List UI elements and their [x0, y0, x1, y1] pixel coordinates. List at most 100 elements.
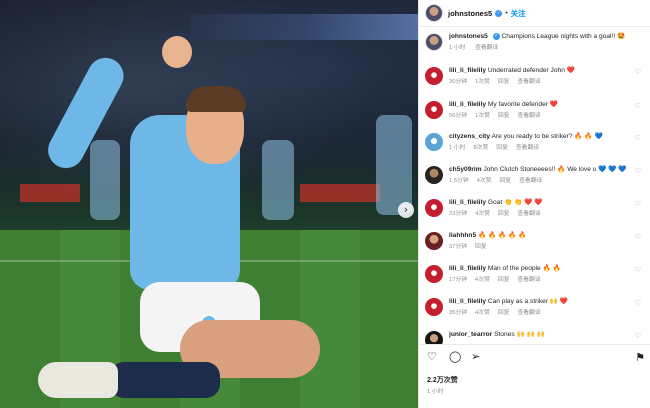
player-hair: [186, 86, 246, 112]
comment-time: 33分钟: [449, 211, 468, 217]
comment-heart-icon[interactable]: ♡: [635, 299, 641, 307]
commenter-username[interactable]: lili_li_filelily: [449, 298, 486, 305]
translate-link[interactable]: 查看翻译: [517, 211, 540, 217]
caption-avatar[interactable]: [425, 33, 443, 51]
bookmark-icon[interactable]: ⚑: [635, 351, 645, 364]
commenter-avatar[interactable]: [425, 199, 443, 217]
translate-link[interactable]: 查看翻译: [517, 310, 540, 316]
post-time: 1 小时: [427, 389, 444, 395]
like-count[interactable]: 2.2万次赞: [427, 375, 458, 385]
reply-button[interactable]: 回复: [496, 145, 508, 151]
commenter-avatar[interactable]: [425, 232, 443, 250]
commenter-username[interactable]: lili_li_filelily: [449, 101, 486, 108]
comment-heart-icon[interactable]: ♡: [635, 102, 641, 110]
comment-text: Can play as a striker 🙌 ❤️: [487, 298, 569, 305]
commenter-username[interactable]: cityzens_city: [449, 133, 490, 140]
post-actions: ♡ ◯ ➢ ⚑ 2.2万次赞 1 小时: [419, 344, 650, 408]
commenter-avatar[interactable]: [425, 265, 443, 283]
author-username[interactable]: johnstones5: [448, 9, 492, 18]
comment-text: Man of the people 🔥 🔥: [487, 265, 561, 272]
comment-text: Underrated defender John ❤️: [487, 67, 575, 74]
commenter-avatar[interactable]: [425, 331, 443, 344]
commenter-avatar[interactable]: [425, 67, 443, 85]
comment-item: lili_li_filelily Goat 👏 👏 ❤️ ❤️ 33分钟 4次赞 回复…: [425, 198, 647, 218]
comment-heart-icon[interactable]: ♡: [635, 68, 641, 76]
comment-item: lili_li_filelily Can play as a striker 🙌…: [425, 297, 647, 317]
comment-text: John Clutch Stoneeees!! 🔥 We love u 💙 💙 …: [483, 166, 627, 173]
post-photo: ›: [0, 0, 418, 408]
translate-link[interactable]: 查看翻译: [519, 178, 542, 184]
commenter-avatar[interactable]: [425, 166, 443, 184]
comment-like-count[interactable]: 4次赞: [475, 277, 490, 283]
translate-link[interactable]: 查看翻译: [517, 79, 540, 85]
comment-time: 17分钟: [449, 277, 468, 283]
chevron-right-icon[interactable]: ›: [398, 202, 414, 218]
translate-link[interactable]: 查看翻译: [516, 145, 539, 151]
comment-text: Goat 👏 👏 ❤️ ❤️: [487, 199, 543, 206]
send-icon[interactable]: ➢: [471, 351, 483, 363]
reply-button[interactable]: 回复: [498, 113, 510, 119]
caption: johnstones5 ✓ Champions League nights wi…: [425, 32, 647, 52]
commenter-avatar[interactable]: [425, 298, 443, 316]
comment-like-count[interactable]: 8次赞: [473, 145, 488, 151]
comment-time: 35分钟: [449, 310, 468, 316]
caption-time: 1 小时: [449, 45, 466, 51]
reply-button[interactable]: 回复: [475, 244, 487, 250]
reply-button[interactable]: 回复: [498, 310, 510, 316]
comment-like-count[interactable]: 4次赞: [477, 178, 492, 184]
reply-button[interactable]: 回复: [498, 211, 510, 217]
commenter-username[interactable]: lili_li_filelily: [449, 265, 486, 272]
comments-list: johnstones5 ✓ Champions League nights wi…: [419, 28, 650, 344]
stadium-banner: [190, 14, 418, 40]
follow-button[interactable]: 关注: [511, 8, 526, 19]
comment-like-count[interactable]: 1次赞: [475, 79, 490, 85]
caption-username[interactable]: johnstones5: [449, 33, 488, 40]
commenter-username[interactable]: ch5y09rim: [449, 166, 482, 173]
heart-icon[interactable]: ♡: [427, 351, 439, 363]
background-player: [376, 115, 412, 215]
reply-button[interactable]: 回复: [499, 178, 511, 184]
comment-item: lili_li_filelily My favorite defender ❤️…: [425, 100, 647, 120]
separator-dot: •: [505, 9, 508, 17]
comment-heart-icon[interactable]: ♡: [635, 266, 641, 274]
comment-heart-icon[interactable]: ♡: [635, 332, 641, 340]
player-boot: [38, 362, 118, 398]
comment-time: 30分钟: [449, 79, 468, 85]
comment-time: 1 小时: [449, 145, 466, 151]
comment-like-count[interactable]: 1次赞: [475, 113, 490, 119]
comment-icon[interactable]: ◯: [449, 351, 461, 363]
comment-time: 56分钟: [449, 113, 468, 119]
player-sock: [110, 362, 220, 398]
author-avatar[interactable]: [425, 4, 443, 22]
comment-like-count[interactable]: 4次赞: [475, 310, 490, 316]
ad-board: [300, 184, 380, 202]
translate-link[interactable]: 查看翻译: [475, 45, 498, 51]
comment-item: lili_li_filelily Man of the people 🔥 🔥 17…: [425, 264, 647, 284]
comment-text: Are you ready to be striker? 🔥 🔥 💙: [491, 133, 603, 140]
commenter-username[interactable]: liahhhn5: [449, 232, 476, 239]
reply-button[interactable]: 回复: [498, 79, 510, 85]
comment-heart-icon[interactable]: ♡: [635, 233, 641, 241]
translate-link[interactable]: 查看翻译: [517, 277, 540, 283]
comment-item: cityzens_city Are you ready to be strike…: [425, 132, 647, 152]
commenter-username[interactable]: lili_li_filelily: [449, 199, 486, 206]
background-player: [90, 140, 120, 220]
commenter-username[interactable]: lili_li_filelily: [449, 67, 486, 74]
reply-button[interactable]: 回复: [498, 277, 510, 283]
comment-like-count[interactable]: 4次赞: [475, 211, 490, 217]
caption-text: Champions League nights with a goal!! 🤩: [501, 33, 626, 40]
commenter-avatar[interactable]: [425, 133, 443, 151]
translate-link[interactable]: 查看翻译: [517, 113, 540, 119]
comment-heart-icon[interactable]: ♡: [635, 200, 641, 208]
comment-item: liahhhn5 🔥 🔥 🔥 🔥 🔥 37分钟 回复 ♡: [425, 231, 647, 251]
ad-board: [20, 184, 80, 202]
post-sidebar: johnstones5 ✓ • 关注 johnstones5 ✓ Champio…: [418, 0, 650, 408]
comment-item: junior_tearror Stones 🙌 🙌 🙌 ♡: [425, 330, 647, 344]
comment-time: 1 5分钟: [449, 178, 469, 184]
commenter-avatar[interactable]: [425, 101, 443, 119]
comment-heart-icon[interactable]: ♡: [635, 167, 641, 175]
comment-item: ch5y09rim John Clutch Stoneeees!! 🔥 We l…: [425, 165, 647, 185]
comment-time: 37分钟: [449, 244, 468, 250]
commenter-username[interactable]: junior_tearror: [449, 331, 492, 338]
comment-heart-icon[interactable]: ♡: [635, 134, 641, 142]
